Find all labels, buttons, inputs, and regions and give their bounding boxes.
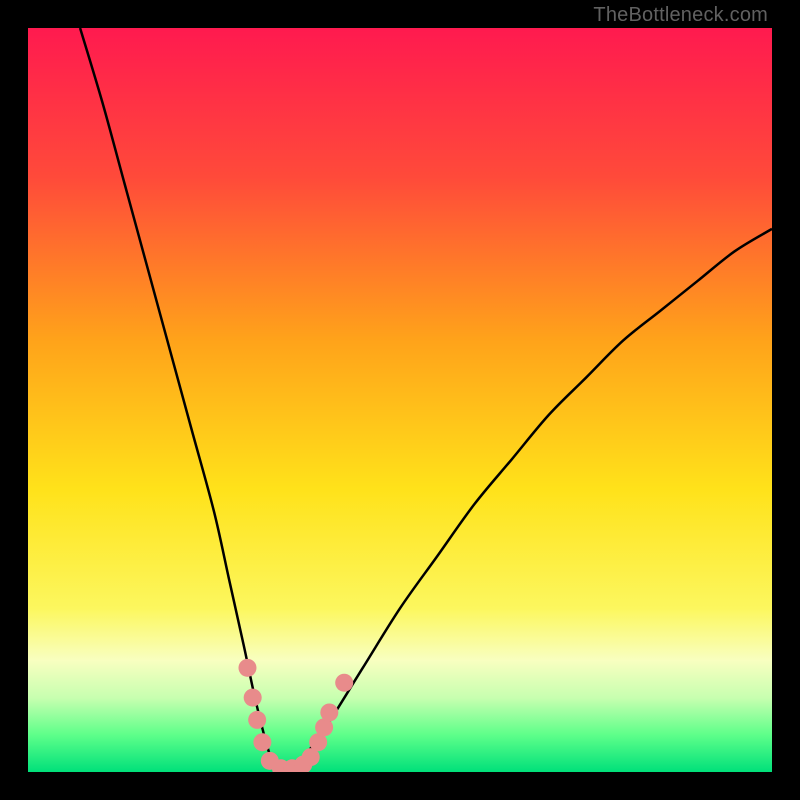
watermark-text: TheBottleneck.com [593, 4, 768, 27]
chart-frame [0, 0, 800, 800]
